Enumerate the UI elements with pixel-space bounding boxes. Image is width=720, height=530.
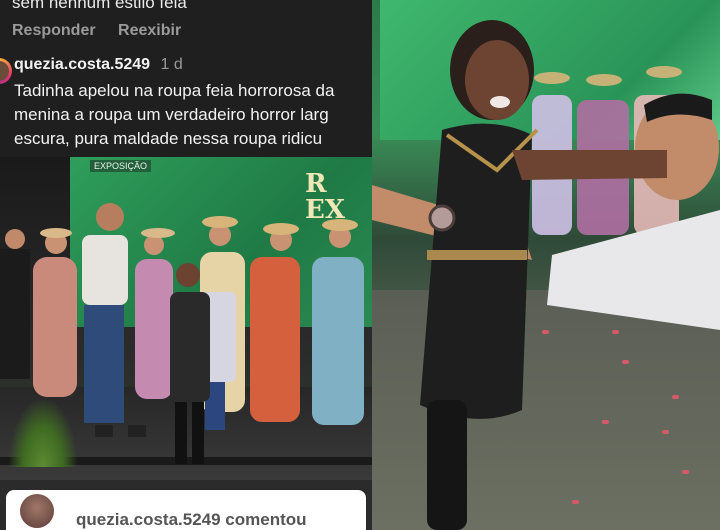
left-collage: sem nenhum estilo feia Responder Reexibi… (0, 0, 372, 530)
reply-notification-card[interactable]: quezia.costa.5249 comentou (6, 490, 366, 530)
comment-header: quezia.costa.5249 1 d (14, 56, 183, 74)
comment-line: menina a roupa um verdadeiro horror larg (14, 105, 329, 124)
celebration-scene (372, 20, 720, 530)
stage-figures (0, 203, 364, 464)
comment-line: escura, pura maldade nessa roupa ridicu (14, 129, 323, 148)
show-button[interactable]: Reexibir (118, 22, 181, 39)
right-photo (372, 0, 720, 530)
comment-actions: Responder Reexibir (12, 22, 199, 40)
comment-time: 1 d (160, 56, 183, 73)
comment-body: Tadinha apelou na roupa feia horrorosa d… (14, 79, 372, 151)
reply-notification-text: quezia.costa.5249 comentou (76, 510, 307, 529)
reply-button[interactable]: Responder (12, 22, 96, 39)
reply-avatar (20, 494, 54, 528)
instagram-comment-panel: sem nenhum estilo feia Responder Reexibi… (0, 0, 372, 157)
comment-line: Tadinha apelou na roupa feia horrorosa d… (14, 81, 335, 100)
comment-username[interactable]: quezia.costa.5249 (14, 56, 150, 73)
stage-photo: EXPOSIÇÃO R EX (0, 157, 372, 480)
previous-comment-text: sem nenhum estilo feia (12, 0, 187, 12)
reply-notification-bar: quezia.costa.5249 comentou (0, 480, 372, 530)
avatar[interactable] (0, 58, 12, 84)
